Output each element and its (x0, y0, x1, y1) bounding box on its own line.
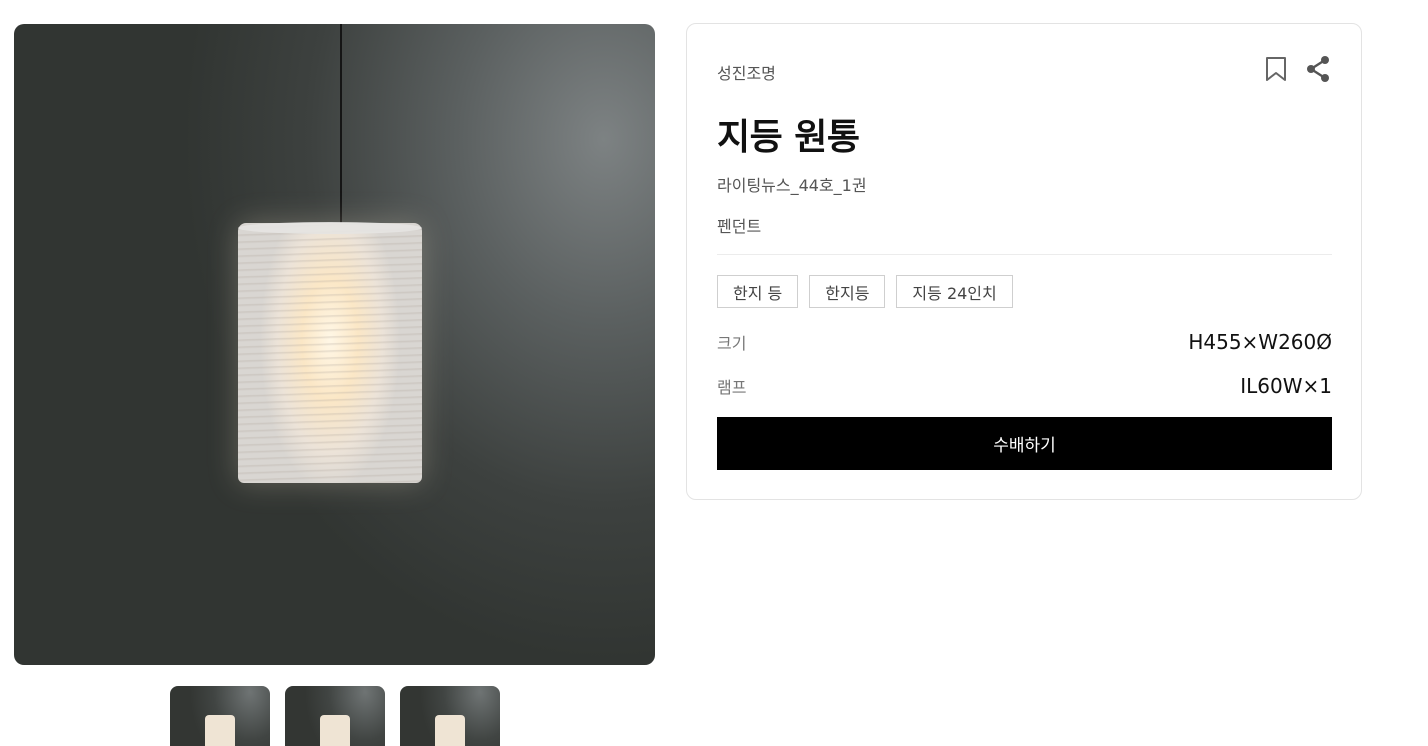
spec-row-lamp: 램프 IL60W×1 (717, 374, 1332, 398)
thumbnail-1[interactable] (170, 686, 270, 746)
product-info-card: 성진조명 지등 원통 라이팅뉴스_44호_1권 펜던트 한지 등 한지등 지등 … (686, 23, 1362, 500)
bookmark-button[interactable] (1263, 55, 1289, 83)
order-button[interactable]: 수배하기 (717, 417, 1332, 470)
tag-item[interactable]: 한지 등 (717, 275, 799, 308)
tag-item[interactable]: 지등 24인치 (896, 275, 1013, 308)
tag-item[interactable]: 한지등 (809, 275, 886, 308)
spec-row-size: 크기 H455×W260Ø (717, 330, 1332, 354)
spec-lamp-value: IL60W×1 (1240, 374, 1332, 398)
spec-lamp-label: 램프 (717, 378, 747, 397)
thumbnail-strip (170, 686, 500, 746)
spec-size-label: 크기 (717, 334, 747, 353)
bookmark-icon (1266, 57, 1286, 81)
tag-list: 한지 등 한지등 지등 24인치 (717, 275, 1013, 308)
lamp-cord (340, 24, 342, 225)
publication-label: 라이팅뉴스_44호_1권 (717, 176, 867, 195)
lamp-shade (238, 223, 422, 483)
divider (717, 254, 1332, 255)
thumbnail-lamp (320, 715, 350, 746)
thumbnail-2[interactable] (285, 686, 385, 746)
share-button[interactable] (1305, 55, 1331, 83)
product-title: 지등 원통 (717, 117, 860, 158)
thumbnail-lamp (205, 715, 235, 746)
spec-size-value: H455×W260Ø (1188, 330, 1332, 354)
thumbnail-3[interactable] (400, 686, 500, 746)
product-main-image (14, 24, 655, 665)
lamp-shade-top (238, 222, 422, 234)
category-label: 펜던트 (717, 217, 762, 236)
thumbnail-lamp (435, 715, 465, 746)
brand-name: 성진조명 (717, 64, 776, 83)
share-icon (1307, 56, 1329, 82)
